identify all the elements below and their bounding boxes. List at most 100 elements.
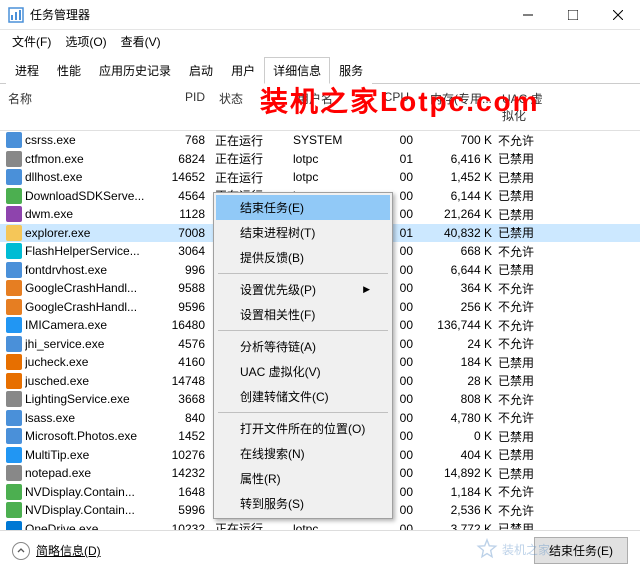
process-cpu: 00 bbox=[373, 133, 413, 147]
process-mem: 24 K bbox=[413, 337, 498, 351]
process-status: 正在运行 bbox=[215, 150, 293, 167]
process-mem: 256 K bbox=[413, 300, 498, 314]
process-uac: 不允许 bbox=[498, 280, 558, 297]
process-mem: 1,452 K bbox=[413, 170, 498, 184]
process-name: LightingService.exe bbox=[25, 392, 155, 406]
process-row[interactable]: ctfmon.exe6824正在运行lotpc016,416 K已禁用 bbox=[0, 150, 640, 169]
titlebar: 任务管理器 bbox=[0, 0, 640, 30]
menu-file[interactable]: 文件(F) bbox=[6, 31, 57, 52]
process-icon bbox=[6, 317, 22, 333]
process-uac: 已禁用 bbox=[498, 150, 558, 167]
process-user: lotpc bbox=[293, 170, 373, 184]
process-pid: 14748 bbox=[155, 374, 215, 388]
process-name: jhi_service.exe bbox=[25, 337, 155, 351]
menu-view[interactable]: 查看(V) bbox=[115, 31, 167, 52]
process-uac: 不允许 bbox=[498, 409, 558, 426]
context-separator bbox=[218, 330, 388, 331]
process-icon bbox=[6, 132, 22, 148]
process-icon bbox=[6, 336, 22, 352]
process-name: Microsoft.Photos.exe bbox=[25, 429, 155, 443]
header-user[interactable]: 用户名 bbox=[293, 88, 373, 126]
tab-3[interactable]: 启动 bbox=[180, 57, 222, 84]
process-mem: 2,536 K bbox=[413, 503, 498, 517]
context-item[interactable]: 结束任务(E) bbox=[216, 195, 390, 220]
context-item[interactable]: 打开文件所在的位置(O) bbox=[216, 416, 390, 441]
process-uac: 已禁用 bbox=[498, 446, 558, 463]
process-icon bbox=[6, 410, 22, 426]
process-pid: 3668 bbox=[155, 392, 215, 406]
process-pid: 1128 bbox=[155, 207, 215, 221]
context-item[interactable]: 分析等待链(A) bbox=[216, 334, 390, 359]
process-pid: 9596 bbox=[155, 300, 215, 314]
process-row[interactable]: csrss.exe768正在运行SYSTEM00700 K不允许 bbox=[0, 131, 640, 150]
process-mem: 136,744 K bbox=[413, 318, 498, 332]
process-uac: 已禁用 bbox=[498, 261, 558, 278]
process-name: GoogleCrashHandl... bbox=[25, 281, 155, 295]
process-pid: 840 bbox=[155, 411, 215, 425]
context-item[interactable]: 结束进程树(T) bbox=[216, 220, 390, 245]
window-controls bbox=[505, 0, 640, 30]
process-user: lotpc bbox=[293, 152, 373, 166]
process-pid: 14232 bbox=[155, 466, 215, 480]
header-cpu[interactable]: CPU bbox=[373, 88, 413, 126]
process-name: fontdrvhost.exe bbox=[25, 263, 155, 277]
process-name: GoogleCrashHandl... bbox=[25, 300, 155, 314]
tabbar: 进程性能应用历史记录启动用户详细信息服务 bbox=[0, 52, 640, 84]
close-button[interactable] bbox=[595, 0, 640, 30]
process-uac: 已禁用 bbox=[498, 372, 558, 389]
menu-options[interactable]: 选项(O) bbox=[59, 31, 112, 52]
tab-1[interactable]: 性能 bbox=[48, 57, 90, 84]
process-name: lsass.exe bbox=[25, 411, 155, 425]
context-item[interactable]: 设置优先级(P)▶ bbox=[216, 277, 390, 302]
brief-info-link[interactable]: 简略信息(D) bbox=[36, 542, 101, 559]
tab-5[interactable]: 详细信息 bbox=[264, 57, 330, 84]
process-pid: 4564 bbox=[155, 189, 215, 203]
header-name[interactable]: 名称 bbox=[0, 88, 155, 126]
process-mem: 668 K bbox=[413, 244, 498, 258]
process-uac: 已禁用 bbox=[498, 354, 558, 371]
tab-6[interactable]: 服务 bbox=[330, 57, 372, 84]
header-uac[interactable]: UAC 虚拟化 bbox=[498, 88, 558, 126]
process-mem: 40,832 K bbox=[413, 226, 498, 240]
process-uac: 不允许 bbox=[498, 132, 558, 149]
process-icon bbox=[6, 206, 22, 222]
tab-2[interactable]: 应用历史记录 bbox=[90, 57, 180, 84]
process-uac: 已禁用 bbox=[498, 187, 558, 204]
process-uac: 不允许 bbox=[498, 335, 558, 352]
process-name: notepad.exe bbox=[25, 466, 155, 480]
tab-4[interactable]: 用户 bbox=[222, 57, 264, 84]
header-pid[interactable]: PID bbox=[155, 88, 215, 126]
end-task-button[interactable]: 结束任务(E) bbox=[534, 537, 628, 564]
process-cpu: 01 bbox=[373, 152, 413, 166]
process-pid: 10276 bbox=[155, 448, 215, 462]
process-row[interactable]: dllhost.exe14652正在运行lotpc001,452 K已禁用 bbox=[0, 168, 640, 187]
context-item[interactable]: 转到服务(S) bbox=[216, 491, 390, 516]
header-status[interactable]: 状态 bbox=[215, 88, 293, 126]
process-name: DownloadSDKServe... bbox=[25, 189, 155, 203]
tab-0[interactable]: 进程 bbox=[6, 57, 48, 84]
process-mem: 6,144 K bbox=[413, 189, 498, 203]
process-uac: 不允许 bbox=[498, 298, 558, 315]
context-separator bbox=[218, 412, 388, 413]
context-item[interactable]: 属性(R) bbox=[216, 466, 390, 491]
window-title: 任务管理器 bbox=[30, 6, 505, 23]
context-item[interactable]: 设置相关性(F) bbox=[216, 302, 390, 327]
process-name: IMICamera.exe bbox=[25, 318, 155, 332]
process-name: jucheck.exe bbox=[25, 355, 155, 369]
process-name: explorer.exe bbox=[25, 226, 155, 240]
process-pid: 4160 bbox=[155, 355, 215, 369]
process-name: dwm.exe bbox=[25, 207, 155, 221]
context-item[interactable]: 在线搜索(N) bbox=[216, 441, 390, 466]
process-icon bbox=[6, 262, 22, 278]
header-mem[interactable]: 内存(专用... bbox=[413, 88, 498, 126]
process-mem: 28 K bbox=[413, 374, 498, 388]
minimize-button[interactable] bbox=[505, 0, 550, 30]
process-uac: 已禁用 bbox=[498, 428, 558, 445]
context-item[interactable]: 提供反馈(B) bbox=[216, 245, 390, 270]
process-uac: 不允许 bbox=[498, 502, 558, 519]
collapse-icon[interactable] bbox=[12, 542, 30, 560]
context-item[interactable]: UAC 虚拟化(V) bbox=[216, 359, 390, 384]
process-mem: 21,264 K bbox=[413, 207, 498, 221]
context-item[interactable]: 创建转储文件(C) bbox=[216, 384, 390, 409]
maximize-button[interactable] bbox=[550, 0, 595, 30]
